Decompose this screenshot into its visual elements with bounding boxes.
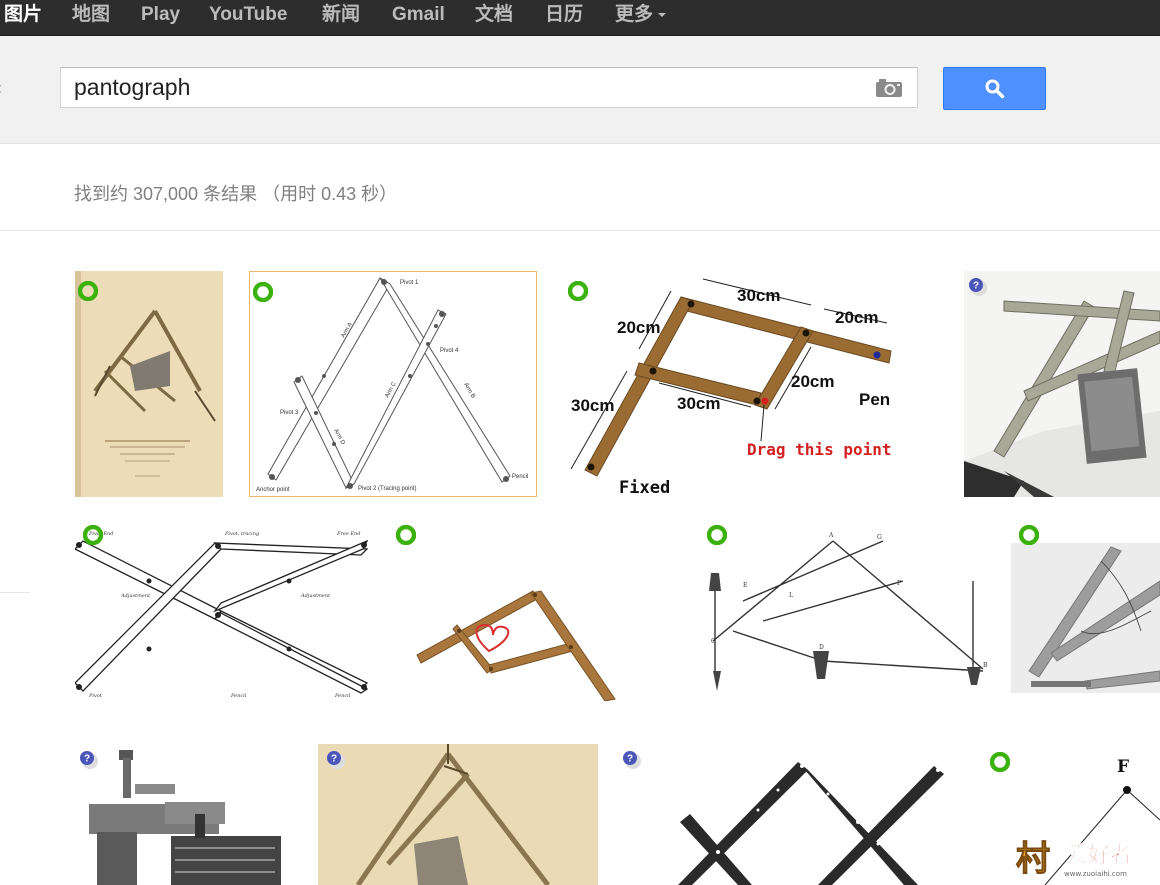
svg-text:F: F [897,580,901,587]
diagram-label-f: F [1117,757,1129,777]
svg-text:A: A [828,532,834,539]
image-result[interactable] [1011,521,1160,701]
question-mark-icon: ? [623,751,641,769]
image-result[interactable]: Pivot 1 Pivot 4 Pivot 3 Pivot 2 (Tracing… [249,271,537,497]
nav-gmail[interactable]: Gmail [392,0,445,32]
dimension-label: 20cm [835,308,878,327]
watermark-text: 爱好者 [1066,842,1132,868]
dimension-label: 20cm [617,318,660,337]
nav-images[interactable]: 图片 [4,0,42,32]
svg-text:?: ? [84,754,90,765]
svg-text:Pencil: Pencil [334,693,351,699]
svg-text:Pivot, tracing: Pivot, tracing [224,531,259,537]
drag-label: Drag this point [747,440,892,459]
green-ring-icon [253,282,273,302]
aluminium-pantograph-photo [1011,543,1160,693]
label-pivot2: Pivot 2 (Tracing point) [358,486,416,492]
green-ring-icon [83,525,103,545]
svg-text:Pencil: Pencil [230,693,247,699]
pantograph-diagram-image: Pivot 1 Pivot 4 Pivot 3 Pivot 2 (Tracing… [256,277,528,493]
engraving-machine-photo [89,750,281,885]
svg-text:?: ? [627,754,633,765]
label-anchor: Anchor point [256,487,290,493]
search-icon [985,79,1005,99]
nav-play[interactable]: Play [141,0,180,32]
nav-more-label: 更多 [615,4,654,25]
image-result[interactable]: ? [618,744,948,885]
fixed-label: Fixed [619,478,670,497]
svg-text:Adjustment: Adjustment [300,593,331,599]
watermark-logo: 村 爱好者 www.zuoiaihi.com [1016,839,1133,880]
black-wooden-pantograph-image [678,762,944,885]
image-result[interactable]: ? [318,744,598,885]
result-stats: 找到约 307,000 条结果 （用时 0.43 秒） [74,184,398,204]
green-ring-icon [990,752,1010,772]
metal-pantograph-photo [964,271,1160,497]
svg-text:L: L [789,592,793,599]
label-pivot1: Pivot 1 [400,280,419,286]
svg-text:B: B [983,662,988,669]
svg-text:?: ? [331,754,337,765]
svg-text:?: ? [973,281,979,292]
label-pivot3: Pivot 3 [280,410,299,416]
dimension-label: 30cm [571,396,614,415]
green-ring-icon [1019,525,1039,545]
svg-text:E: E [743,582,747,589]
nav-news[interactable]: 新闻 [322,0,360,32]
svg-text:Adjustment: Adjustment [120,593,151,599]
image-result[interactable] [75,271,223,497]
search-input[interactable] [74,68,864,107]
menu-edge-icon: ‹ [0,78,4,100]
image-result[interactable]: 30cm 20cm 20cm 30cm 20cm 30cm Pen Fixed … [561,271,909,497]
dimension-label: 20cm [791,372,834,391]
question-mark-icon: ? [969,278,987,296]
svg-text:Free End: Free End [336,531,360,537]
search-header: ‹ [0,36,1160,144]
pantograph-patent-drawing: Pivot End Pivot, tracing Free EndAdjustme… [75,531,368,699]
pantograph-engraving-drawing: A G E L F D B C [709,532,988,691]
search-box[interactable] [60,67,918,108]
dimension-label: 30cm [737,286,780,305]
svg-text:村: 村 [1016,839,1050,879]
top-navigation-bar: 图片 地图 Play YouTube 新闻 Gmail 文档 日历 更多 [0,0,1160,36]
image-result[interactable]: ? [75,744,290,885]
green-ring-icon [396,525,416,545]
divider [0,592,30,593]
svg-text:G: G [877,534,882,541]
svg-text:Pivot: Pivot [88,693,103,699]
image-result[interactable]: Pivot End Pivot, tracing Free End Adjustme… [75,521,368,701]
watermark-site: www.zuoiaihi.com [1064,870,1127,878]
question-mark-icon: ? [327,751,345,769]
nav-maps[interactable]: 地图 [72,0,110,32]
image-result[interactable]: ? [964,271,1160,497]
question-mark-icon: ? [80,751,98,769]
nav-youtube[interactable]: YouTube [209,0,287,32]
green-ring-icon [568,281,588,301]
pantograph-engraving-closeup [318,744,598,885]
heart-pantograph-image [416,590,616,701]
pantograph-engraving-image [75,271,223,497]
green-ring-icon [707,525,727,545]
image-result[interactable]: A G E L F D B C [703,521,993,701]
nav-more[interactable]: 更多 [615,0,667,32]
search-button[interactable] [943,67,1046,110]
label-pencil: Pencil [512,474,528,480]
pen-label: Pen [859,390,890,409]
svg-text:D: D [819,644,824,651]
svg-text:C: C [711,638,716,645]
label-pivot4: Pivot 4 [440,348,459,354]
image-result[interactable] [393,521,676,701]
label-arm-b: Arm B [462,382,476,399]
wooden-pantograph-diagram-image: 30cm 20cm 20cm 30cm 20cm 30cm Pen Fixed … [570,278,892,497]
green-ring-icon [78,281,98,301]
camera-icon[interactable] [875,78,903,98]
divider [0,230,1160,231]
nav-calendar[interactable]: 日历 [545,0,583,32]
dimension-label: 30cm [677,394,720,413]
chevron-down-icon [658,12,667,17]
nav-docs[interactable]: 文档 [475,0,513,32]
